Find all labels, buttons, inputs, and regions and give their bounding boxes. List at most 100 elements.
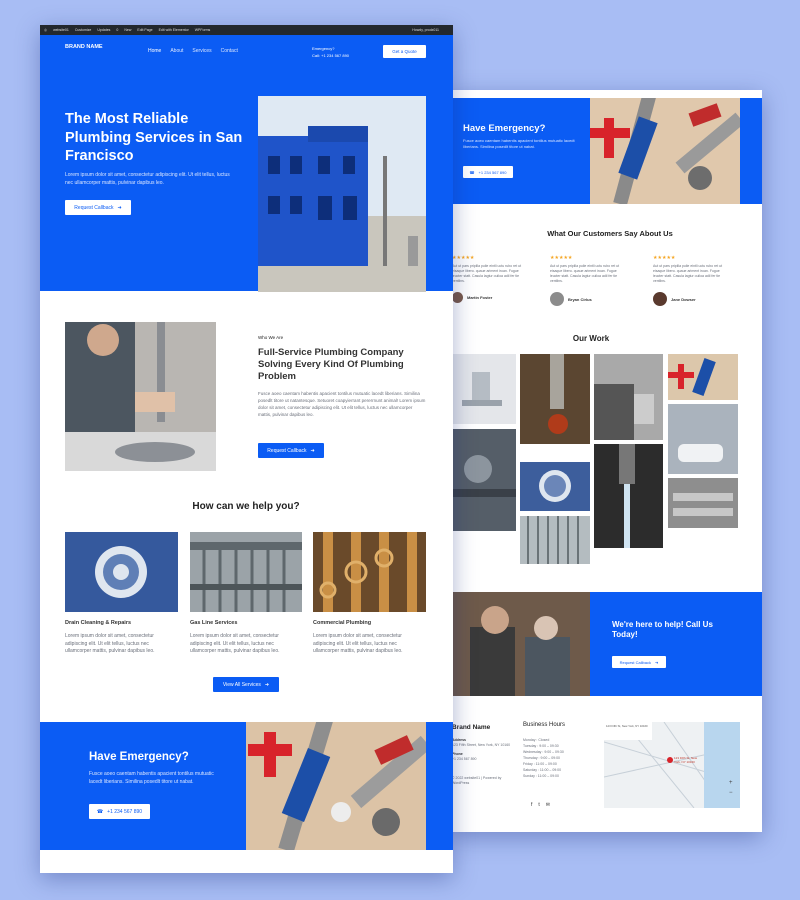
location-map[interactable]: 123 Fifth St, New York, NY 10160 123 Fif… <box>604 722 740 808</box>
map-marker-label: 123 Fifth St, New York, NY 10160 <box>674 756 698 764</box>
gallery-photo-pipes[interactable] <box>520 516 590 564</box>
cta-photo-plumbers <box>450 592 590 696</box>
get-quote-button[interactable]: Get a Quote <box>383 45 426 58</box>
hero-title: The Most Reliable Plumbing Services in S… <box>65 111 243 164</box>
footer-brand: Brand Name <box>452 724 491 731</box>
nav-about[interactable]: About <box>170 48 183 54</box>
adminbar-edit-page[interactable]: Edit Page <box>137 28 152 32</box>
emergency-call-button[interactable]: ☎ +1 234 567 890 <box>89 804 150 819</box>
gallery-photo-bathroom[interactable] <box>668 404 738 474</box>
zoom-out-icon[interactable]: − <box>729 790 733 796</box>
about-plumber-photo <box>65 322 216 471</box>
service-text: Lorem ipsum dolor sit amet, consectetur … <box>65 633 155 654</box>
page-preview-secondary: Have Emergency? Fusce aoeo caentam haben… <box>450 90 762 832</box>
arrow-right-icon: ➜ <box>117 204 122 211</box>
wordpress-icon[interactable]: ◎ <box>44 28 47 32</box>
nav-home[interactable]: Home <box>148 48 161 54</box>
rating-stars: ★★★★★ <box>452 255 475 261</box>
gallery-photo-plumber[interactable] <box>594 354 663 440</box>
adminbar-wpforms[interactable]: WPForms <box>195 28 211 32</box>
service-photo-drain[interactable] <box>65 532 178 612</box>
view-all-label: View All Services <box>222 681 261 688</box>
service-photo-gas[interactable] <box>190 532 302 612</box>
wrenches-photo <box>246 722 426 850</box>
social-icons: f t ✉ <box>531 802 550 808</box>
testimonial-author: Martin Foster <box>467 295 493 300</box>
about-callback-button[interactable]: Request Callback ➜ <box>258 443 324 458</box>
wp-admin-bar: ◎ website01 Customize Updates 0 New Edit… <box>40 25 453 35</box>
about-button-label: Request Callback <box>267 447 307 454</box>
hero-house-photo <box>258 96 426 292</box>
adminbar-customize[interactable]: Customize <box>75 28 92 32</box>
hero-edge <box>426 35 453 291</box>
footer-address-block: Address 123 Fifth Street, New York, NY 1… <box>452 738 512 786</box>
emergency-title: Have Emergency? <box>89 751 189 763</box>
gallery-photo-manifold[interactable] <box>668 478 738 528</box>
gallery-photo-faucet[interactable] <box>452 354 516 424</box>
testimonials-row: ★★★★★ Aut ut pars pripilla pulie eintli … <box>450 255 762 315</box>
emergency-phone: +1 234 567 890 <box>107 808 143 815</box>
cta-request-button[interactable]: Request Callback ➜ <box>612 656 666 668</box>
hero-callback-button[interactable]: Request Callback ➜ <box>65 200 131 215</box>
gallery-photo-drain[interactable] <box>520 462 590 511</box>
adminbar-user[interactable]: Howdy, prodx011 <box>412 28 439 32</box>
gallery-photo-wrenches[interactable] <box>668 354 738 400</box>
emergency-phone: +1 234 567 890 <box>478 169 507 175</box>
testimonial-card: ★★★★★ Aut ut pars pripilla pulie eintli … <box>452 255 528 303</box>
hero-text: Lorem ipsum dolor sit amet, consectetur … <box>65 172 230 186</box>
brand-logo[interactable]: BRAND NAME <box>65 44 103 50</box>
arrow-right-icon: ➜ <box>655 659 659 665</box>
testimonial-card: ★★★★★ Aut ut pars pripilla pulie eintli … <box>653 255 729 306</box>
rating-stars: ★★★★★ <box>653 255 676 261</box>
hero-button-label: Request Callback <box>74 204 114 211</box>
footer-hours-list: Monday : Closed Tuesday : 9:00 – 09:30 W… <box>523 737 583 779</box>
service-photo-commercial[interactable] <box>313 532 426 612</box>
footer-copyright: © 2022 website01 | Powered by WordPress <box>452 776 502 785</box>
twitter-icon[interactable]: t <box>538 802 539 808</box>
footer-hours-title: Business Hours <box>523 722 566 728</box>
adminbar-elementor[interactable]: Edit with Elementor <box>159 28 189 32</box>
main-nav: Home About Services Contact <box>148 48 238 54</box>
nav-services[interactable]: Services <box>192 48 211 54</box>
work-title: Our Work <box>572 334 610 343</box>
cta-title: We're here to help! Call Us Today! <box>612 620 713 639</box>
about-title: Full-Service Plumbing Company Solving Ev… <box>258 347 404 382</box>
service-title[interactable]: Drain Cleaning & Repairs <box>65 620 131 626</box>
email-icon[interactable]: ✉ <box>546 802 550 808</box>
header-phone[interactable]: Call: +1 234 567 890 <box>312 52 349 59</box>
emergency-panel-edge <box>740 98 762 204</box>
service-text: Lorem ipsum dolor sit amet, consectetur … <box>313 633 403 654</box>
adminbar-updates[interactable]: Updates <box>97 28 110 32</box>
service-text: Lorem ipsum dolor sit amet, consectetur … <box>190 633 280 654</box>
map-info-card: 123 Fifth St, New York, NY 10160 <box>606 724 648 728</box>
cta-button-label: Request Callback <box>619 659 651 665</box>
emergency-text: Fusce aoeo caentam habentis apacient ton… <box>89 771 214 785</box>
emergency-title: Have Emergency? <box>463 123 546 134</box>
gallery-photo-tap-water[interactable] <box>594 444 663 548</box>
facebook-icon[interactable]: f <box>531 802 532 808</box>
emergency-call-button[interactable]: ☎ +1 234 567 890 <box>463 166 513 178</box>
testimonials-title: What Our Customers Say About Us <box>547 229 673 238</box>
adminbar-site[interactable]: website01 <box>53 28 69 32</box>
avatar <box>550 292 564 306</box>
nav-contact[interactable]: Contact <box>221 48 238 54</box>
testimonial-author: Bryan Cirlus <box>568 296 592 302</box>
testimonial-text: Aut ut pars pripilla pulie eintli uctu r… <box>653 264 723 283</box>
gallery-photo-meter[interactable] <box>452 429 516 531</box>
service-title[interactable]: Commercial Plumbing <box>313 620 371 626</box>
adminbar-comments[interactable]: 0 <box>116 28 118 32</box>
about-text: Fusce aoeo caentam habentis apacient ton… <box>258 391 426 417</box>
adminbar-new[interactable]: New <box>124 28 131 32</box>
cta-panel <box>590 592 762 696</box>
service-title[interactable]: Gas Line Services <box>190 620 237 626</box>
wrenches-photo <box>590 98 740 204</box>
zoom-in-icon[interactable]: + <box>729 780 733 786</box>
page-preview-main: ◎ website01 Customize Updates 0 New Edit… <box>40 25 453 873</box>
phone-icon: ☎ <box>469 169 475 175</box>
testimonial-author: Jane Dowser <box>671 296 696 302</box>
gallery-photo-drip[interactable] <box>520 354 590 444</box>
footer-address: 123 Fifth Street, New York, NY 10160 <box>452 743 511 747</box>
view-all-services-button[interactable]: View All Services ➜ <box>213 677 279 692</box>
phone-icon: ☎ <box>96 808 104 815</box>
footer-phone: +1 234 567 890 <box>452 757 477 761</box>
